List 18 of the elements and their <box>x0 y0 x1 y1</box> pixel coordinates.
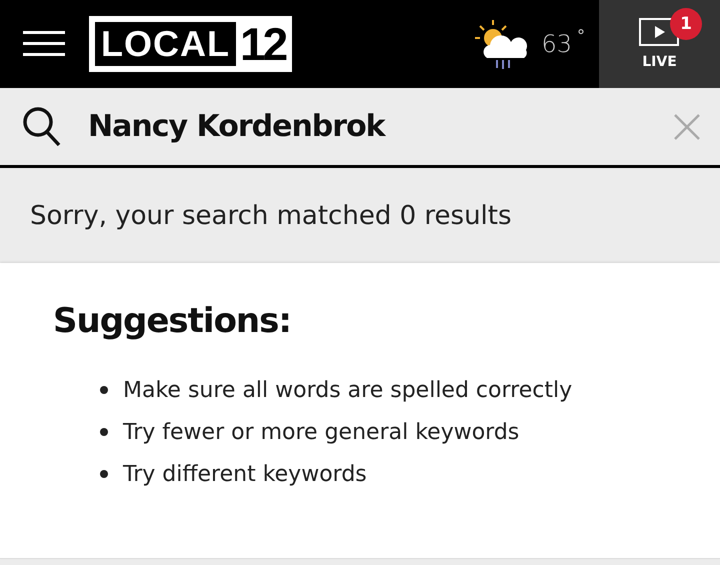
logo-number: 12 <box>238 19 287 69</box>
notification-badge: 1 <box>670 8 702 40</box>
bullet-icon <box>100 470 108 478</box>
bullet-icon <box>100 428 108 436</box>
bullet-icon <box>100 386 108 394</box>
no-results-message: Sorry, your search matched 0 results <box>30 200 512 230</box>
degree-sign: ° <box>577 26 585 45</box>
temperature: 63 <box>541 30 572 58</box>
logo-word: LOCAL <box>95 22 236 66</box>
suggestion-text: Try different keywords <box>123 462 367 486</box>
suggestion-text: Try fewer or more general keywords <box>123 420 520 444</box>
search-icon <box>22 106 62 148</box>
live-button[interactable]: LIVE 1 <box>599 0 720 88</box>
menu-icon[interactable] <box>23 31 65 57</box>
logo[interactable]: LOCAL 12 <box>89 16 292 72</box>
search-field[interactable]: Nancy Kordenbrok <box>88 109 674 144</box>
suggestion-text: Make sure all words are spelled correctly <box>123 378 572 402</box>
suggestions-heading: Suggestions: <box>52 300 292 341</box>
